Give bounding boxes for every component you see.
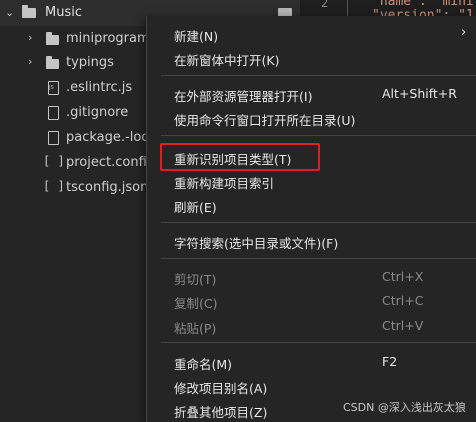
menu-item-cut[interactable]: 剪切(T) Ctrl+X bbox=[147, 265, 476, 289]
menu-item-label: 折叠其他项目(Z) bbox=[174, 405, 268, 420]
chevron-right-icon[interactable]: › bbox=[28, 55, 32, 68]
tree-item-label: typings bbox=[66, 55, 114, 70]
menu-item-open-explorer[interactable]: 在外部资源管理器打开(I) Alt+Shift+R bbox=[147, 82, 476, 106]
js-file-icon bbox=[48, 81, 59, 95]
tree-item-project-config[interactable]: [ ] project.config.json bbox=[0, 151, 150, 175]
tree-item-tsconfig[interactable]: [ ] tsconfig.json bbox=[0, 176, 150, 200]
folder-icon bbox=[46, 56, 59, 69]
menu-item-shortcut: Ctrl+C bbox=[382, 293, 424, 308]
menu-item-paste[interactable]: 粘贴(P) Ctrl+V bbox=[147, 314, 476, 338]
menu-item-label: 在外部资源管理器打开(I) bbox=[174, 89, 313, 104]
menu-item-label: 复制(C) bbox=[174, 296, 218, 311]
chevron-right-icon: › bbox=[461, 25, 467, 40]
menu-separator bbox=[161, 222, 476, 223]
menu-separator bbox=[161, 342, 476, 343]
menu-item-label: 新建(N) bbox=[174, 29, 219, 44]
tree-item-label: tsconfig.json bbox=[66, 180, 149, 195]
menu-item-label: 使用命令行窗口打开所在目录(U) bbox=[174, 113, 356, 128]
json-file-icon: [ ] bbox=[43, 179, 65, 193]
project-root-label: Music bbox=[45, 5, 82, 20]
tree-item-package-lock[interactable]: package.-lock.json bbox=[0, 126, 150, 150]
chevron-right-icon[interactable]: › bbox=[28, 31, 32, 44]
context-menu: 新建(N) › 在新窗体中打开(K) 在外部资源管理器打开(I) Alt+Shi… bbox=[146, 16, 476, 422]
menu-separator bbox=[161, 258, 476, 259]
folder-icon bbox=[46, 32, 59, 45]
tree-item-label: project.config.json bbox=[66, 155, 150, 170]
menu-item-shortcut: Ctrl+X bbox=[382, 269, 424, 284]
menu-item-open-new-window[interactable]: 在新窗体中打开(K) bbox=[147, 46, 476, 70]
tree-item-label: miniprogram bbox=[66, 31, 150, 46]
menu-item-label: 重新构建项目索引 bbox=[174, 176, 275, 191]
menu-item-label: 刷新(E) bbox=[174, 200, 217, 215]
menu-item-label: 在新窗体中打开(K) bbox=[174, 53, 280, 68]
menu-separator bbox=[161, 135, 476, 136]
menu-item-shortcut: Alt+Shift+R bbox=[382, 86, 457, 101]
tree-item-label: .gitignore bbox=[66, 105, 129, 120]
watermark: CSDN @深入浅出灰太狼 bbox=[343, 401, 466, 414]
menu-item-rebuild-index[interactable]: 重新构建项目索引 bbox=[147, 169, 476, 193]
menu-item-label: 字符搜索(选中目录或文件)(F) bbox=[174, 236, 339, 251]
menu-item-label: 重命名(M) bbox=[174, 357, 233, 372]
menu-item-label: 修改项目别名(A) bbox=[174, 381, 268, 396]
menu-item-new[interactable]: 新建(N) › bbox=[147, 22, 476, 46]
tree-item-label: .eslintrc.js bbox=[66, 80, 133, 95]
menu-separator bbox=[161, 75, 476, 76]
menu-item-rename[interactable]: 重命名(M) F2 bbox=[147, 350, 476, 374]
tree-item-gitignore[interactable]: .gitignore bbox=[0, 101, 150, 125]
line-number: 2 bbox=[321, 0, 329, 10]
tree-item-eslintrc[interactable]: .eslintrc.js bbox=[0, 76, 150, 100]
editor-divider bbox=[347, 0, 348, 16]
menu-item-label: 粘贴(P) bbox=[174, 321, 217, 336]
menu-item-copy[interactable]: 复制(C) Ctrl+C bbox=[147, 289, 476, 313]
menu-item-refresh[interactable]: 刷新(E) bbox=[147, 193, 476, 217]
file-icon bbox=[48, 106, 59, 120]
file-icon bbox=[48, 131, 59, 145]
menu-item-label: 剪切(T) bbox=[174, 272, 217, 287]
folder-icon bbox=[22, 5, 36, 18]
tree-item-miniprogram[interactable]: › miniprogram bbox=[0, 27, 150, 51]
menu-item-open-terminal[interactable]: 使用命令行窗口打开所在目录(U) bbox=[147, 106, 476, 130]
tree-item-typings[interactable]: › typings bbox=[0, 51, 150, 75]
menu-item-shortcut: F2 bbox=[382, 354, 398, 369]
json-file-icon: [ ] bbox=[43, 154, 65, 168]
tree-item-label: package.-lock.json bbox=[66, 130, 150, 145]
menu-item-edit-alias[interactable]: 修改项目别名(A) bbox=[147, 374, 476, 398]
menu-item-shortcut: Ctrl+V bbox=[382, 318, 424, 333]
chevron-down-icon[interactable]: ⌄ bbox=[5, 6, 14, 19]
menu-item-text-search[interactable]: 字符搜索(选中目录或文件)(F) bbox=[147, 229, 476, 253]
highlight-box bbox=[160, 143, 320, 171]
